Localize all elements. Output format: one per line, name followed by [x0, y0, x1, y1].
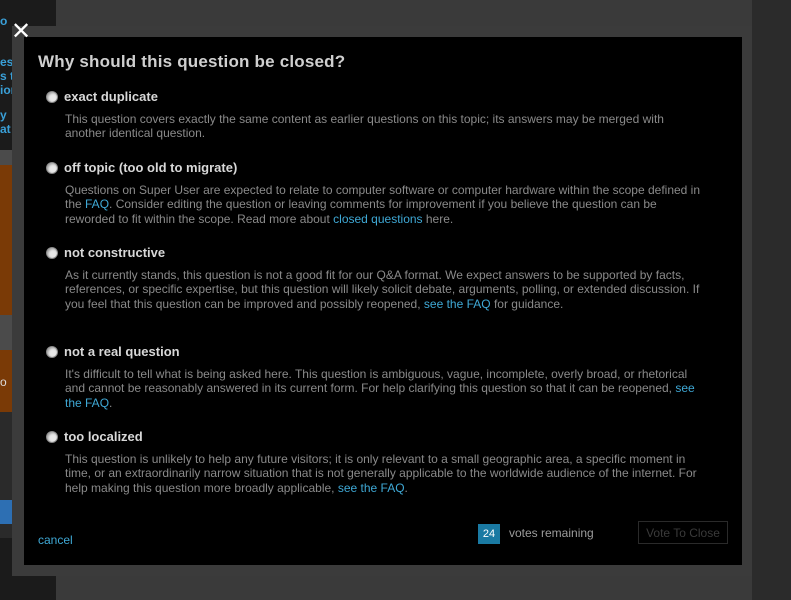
radio-exact-duplicate[interactable]	[46, 91, 58, 103]
reason-description: As it currently stands, this question is…	[65, 268, 700, 311]
radio-not-constructive[interactable]	[46, 247, 58, 259]
cancel-link[interactable]: cancel	[38, 533, 73, 547]
reason-description: It's difficult to tell what is being ask…	[65, 367, 695, 410]
reason-label[interactable]: exact duplicate	[64, 89, 158, 104]
closed-questions-link[interactable]: closed questions	[333, 212, 422, 226]
reason-label[interactable]: not constructive	[64, 245, 165, 260]
close-question-dialog: Why should this question be closed? exac…	[24, 37, 742, 565]
see-faq-link[interactable]: see the FAQ	[424, 297, 491, 311]
vote-to-close-button[interactable]: Vote To Close	[638, 521, 728, 544]
reason-description: This question is unlikely to help any fu…	[65, 452, 697, 495]
radio-off-topic[interactable]	[46, 162, 58, 174]
reason-label[interactable]: off topic (too old to migrate)	[64, 160, 237, 175]
votes-remaining-badge: 24	[478, 524, 500, 544]
background-page-right	[752, 0, 791, 600]
see-faq-link[interactable]: see the FAQ	[338, 481, 405, 495]
background-avatar	[0, 500, 12, 524]
reason-description: This question covers exactly the same co…	[65, 112, 664, 141]
radio-not-a-real-question[interactable]	[46, 346, 58, 358]
dialog-title: Why should this question be closed?	[38, 52, 346, 71]
reason-description: Questions on Super User are expected to …	[65, 183, 701, 226]
radio-too-localized[interactable]	[46, 431, 58, 443]
faq-link[interactable]: FAQ	[85, 197, 109, 211]
reason-label[interactable]: not a real question	[64, 344, 180, 359]
reason-label[interactable]: too localized	[64, 429, 143, 444]
votes-remaining-label: votes remaining	[509, 526, 594, 540]
close-icon[interactable]: ✕	[8, 18, 34, 44]
